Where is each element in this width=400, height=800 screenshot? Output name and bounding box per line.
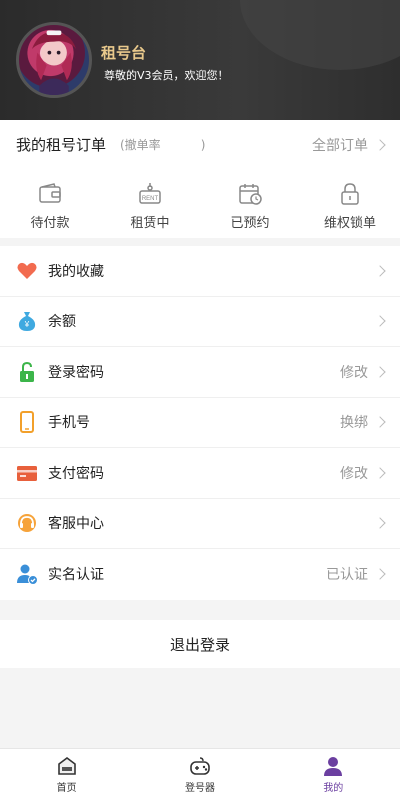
menu-item-customer-service[interactable]: 客服中心 [0, 499, 400, 549]
welcome-text: 尊敬的V3会员，欢迎您！ [104, 69, 229, 82]
all-orders-link[interactable]: 全部订单 [312, 135, 386, 155]
cancel-rate-label: (撤单率 [120, 138, 161, 152]
order-tab-label: 租赁中 [130, 216, 170, 231]
all-orders-label: 全部订单 [312, 138, 368, 154]
tab-label: 首页 [56, 783, 77, 794]
menu-item-label: 我的收藏 [48, 263, 104, 280]
avatar[interactable] [16, 22, 92, 98]
menu-item-value: 已认证 [326, 567, 368, 584]
order-tab-dispute-lock[interactable]: 维权锁单 [300, 182, 400, 231]
chevron-right-icon [374, 366, 386, 378]
chevron-right-icon [374, 467, 386, 479]
tab-label: 我的 [323, 783, 344, 794]
brand-name: 租号台 [101, 44, 147, 62]
svg-text:RENT: RENT [142, 196, 159, 202]
menu-item-label: 客服中心 [48, 516, 104, 533]
order-status-tabs: 待付款 RENT 租赁中 已预约 维权锁单 [0, 182, 400, 231]
calendar-clock-icon [239, 184, 262, 205]
cancel-rate: (撤单率) [120, 136, 205, 153]
user-icon [324, 757, 343, 776]
order-tab-renting[interactable]: RENT 租赁中 [100, 182, 200, 231]
chevron-right-icon [374, 517, 386, 529]
menu-item-label: 实名认证 [48, 567, 104, 584]
verified-user-icon [16, 563, 38, 586]
menu-item-value: 修改 [340, 465, 368, 482]
menu-item-login-password[interactable]: 登录密码 修改 [0, 347, 400, 398]
order-tab-label: 待付款 [30, 216, 70, 231]
chevron-right-icon [374, 265, 386, 277]
rent-tag-icon: RENT [139, 183, 161, 204]
headset-icon [16, 512, 38, 534]
svg-text:¥: ¥ [24, 320, 30, 329]
order-tab-label: 已预约 [230, 216, 270, 231]
orders-section: 我的租号订单 (撤单率) 全部订单 待付款 RENT 租赁中 已预约 维权锁单 [0, 120, 400, 238]
tab-mine[interactable]: 我的 [267, 749, 400, 800]
order-tab-pending-payment[interactable]: 待付款 [0, 182, 100, 231]
menu-item-label: 支付密码 [48, 465, 104, 482]
tab-launcher[interactable]: 登号器 [133, 749, 266, 800]
logout-button[interactable]: 退出登录 [0, 620, 400, 668]
card-icon [16, 462, 38, 484]
padlock-icon [16, 361, 38, 383]
menu-item-favorites[interactable]: 我的收藏 [0, 246, 400, 297]
order-tab-reserved[interactable]: 已预约 [200, 182, 300, 231]
settings-menu: 我的收藏 ¥ 余额 登录密码 修改 手机号 换绑 支付密码 修改 客服中心 实名… [0, 246, 400, 600]
bottom-tab-bar: 首页 登号器 我的 [0, 748, 400, 800]
profile-header: 租号台 尊敬的V3会员，欢迎您！ [0, 0, 400, 120]
orders-title: 我的租号订单 [16, 136, 107, 154]
menu-item-value: 换绑 [340, 415, 368, 432]
header-decoration [240, 0, 400, 70]
chevron-right-icon [374, 568, 386, 580]
money-bag-icon: ¥ [16, 310, 38, 332]
tab-label: 登号器 [184, 783, 215, 794]
menu-item-label: 余额 [48, 314, 76, 331]
cancel-rate-close: ) [200, 138, 206, 152]
lock-icon [341, 183, 359, 205]
gamepad-icon [190, 757, 210, 775]
avatar-image [31, 30, 77, 95]
chevron-right-icon [374, 416, 386, 428]
order-tab-label: 维权锁单 [323, 216, 376, 231]
heart-icon [16, 260, 38, 282]
menu-item-label: 手机号 [48, 415, 90, 432]
chevron-right-icon [374, 139, 386, 151]
menu-item-balance[interactable]: ¥ 余额 [0, 297, 400, 347]
chevron-right-icon [374, 315, 386, 327]
phone-icon [16, 411, 38, 434]
menu-item-real-name[interactable]: 实名认证 已认证 [0, 549, 400, 600]
menu-item-label: 登录密码 [48, 364, 104, 381]
wallet-icon [39, 183, 61, 203]
tab-home[interactable]: 首页 [0, 749, 133, 800]
menu-item-value: 修改 [340, 364, 368, 381]
menu-item-pay-password[interactable]: 支付密码 修改 [0, 448, 400, 499]
menu-item-phone[interactable]: 手机号 换绑 [0, 398, 400, 448]
home-icon [57, 757, 76, 775]
